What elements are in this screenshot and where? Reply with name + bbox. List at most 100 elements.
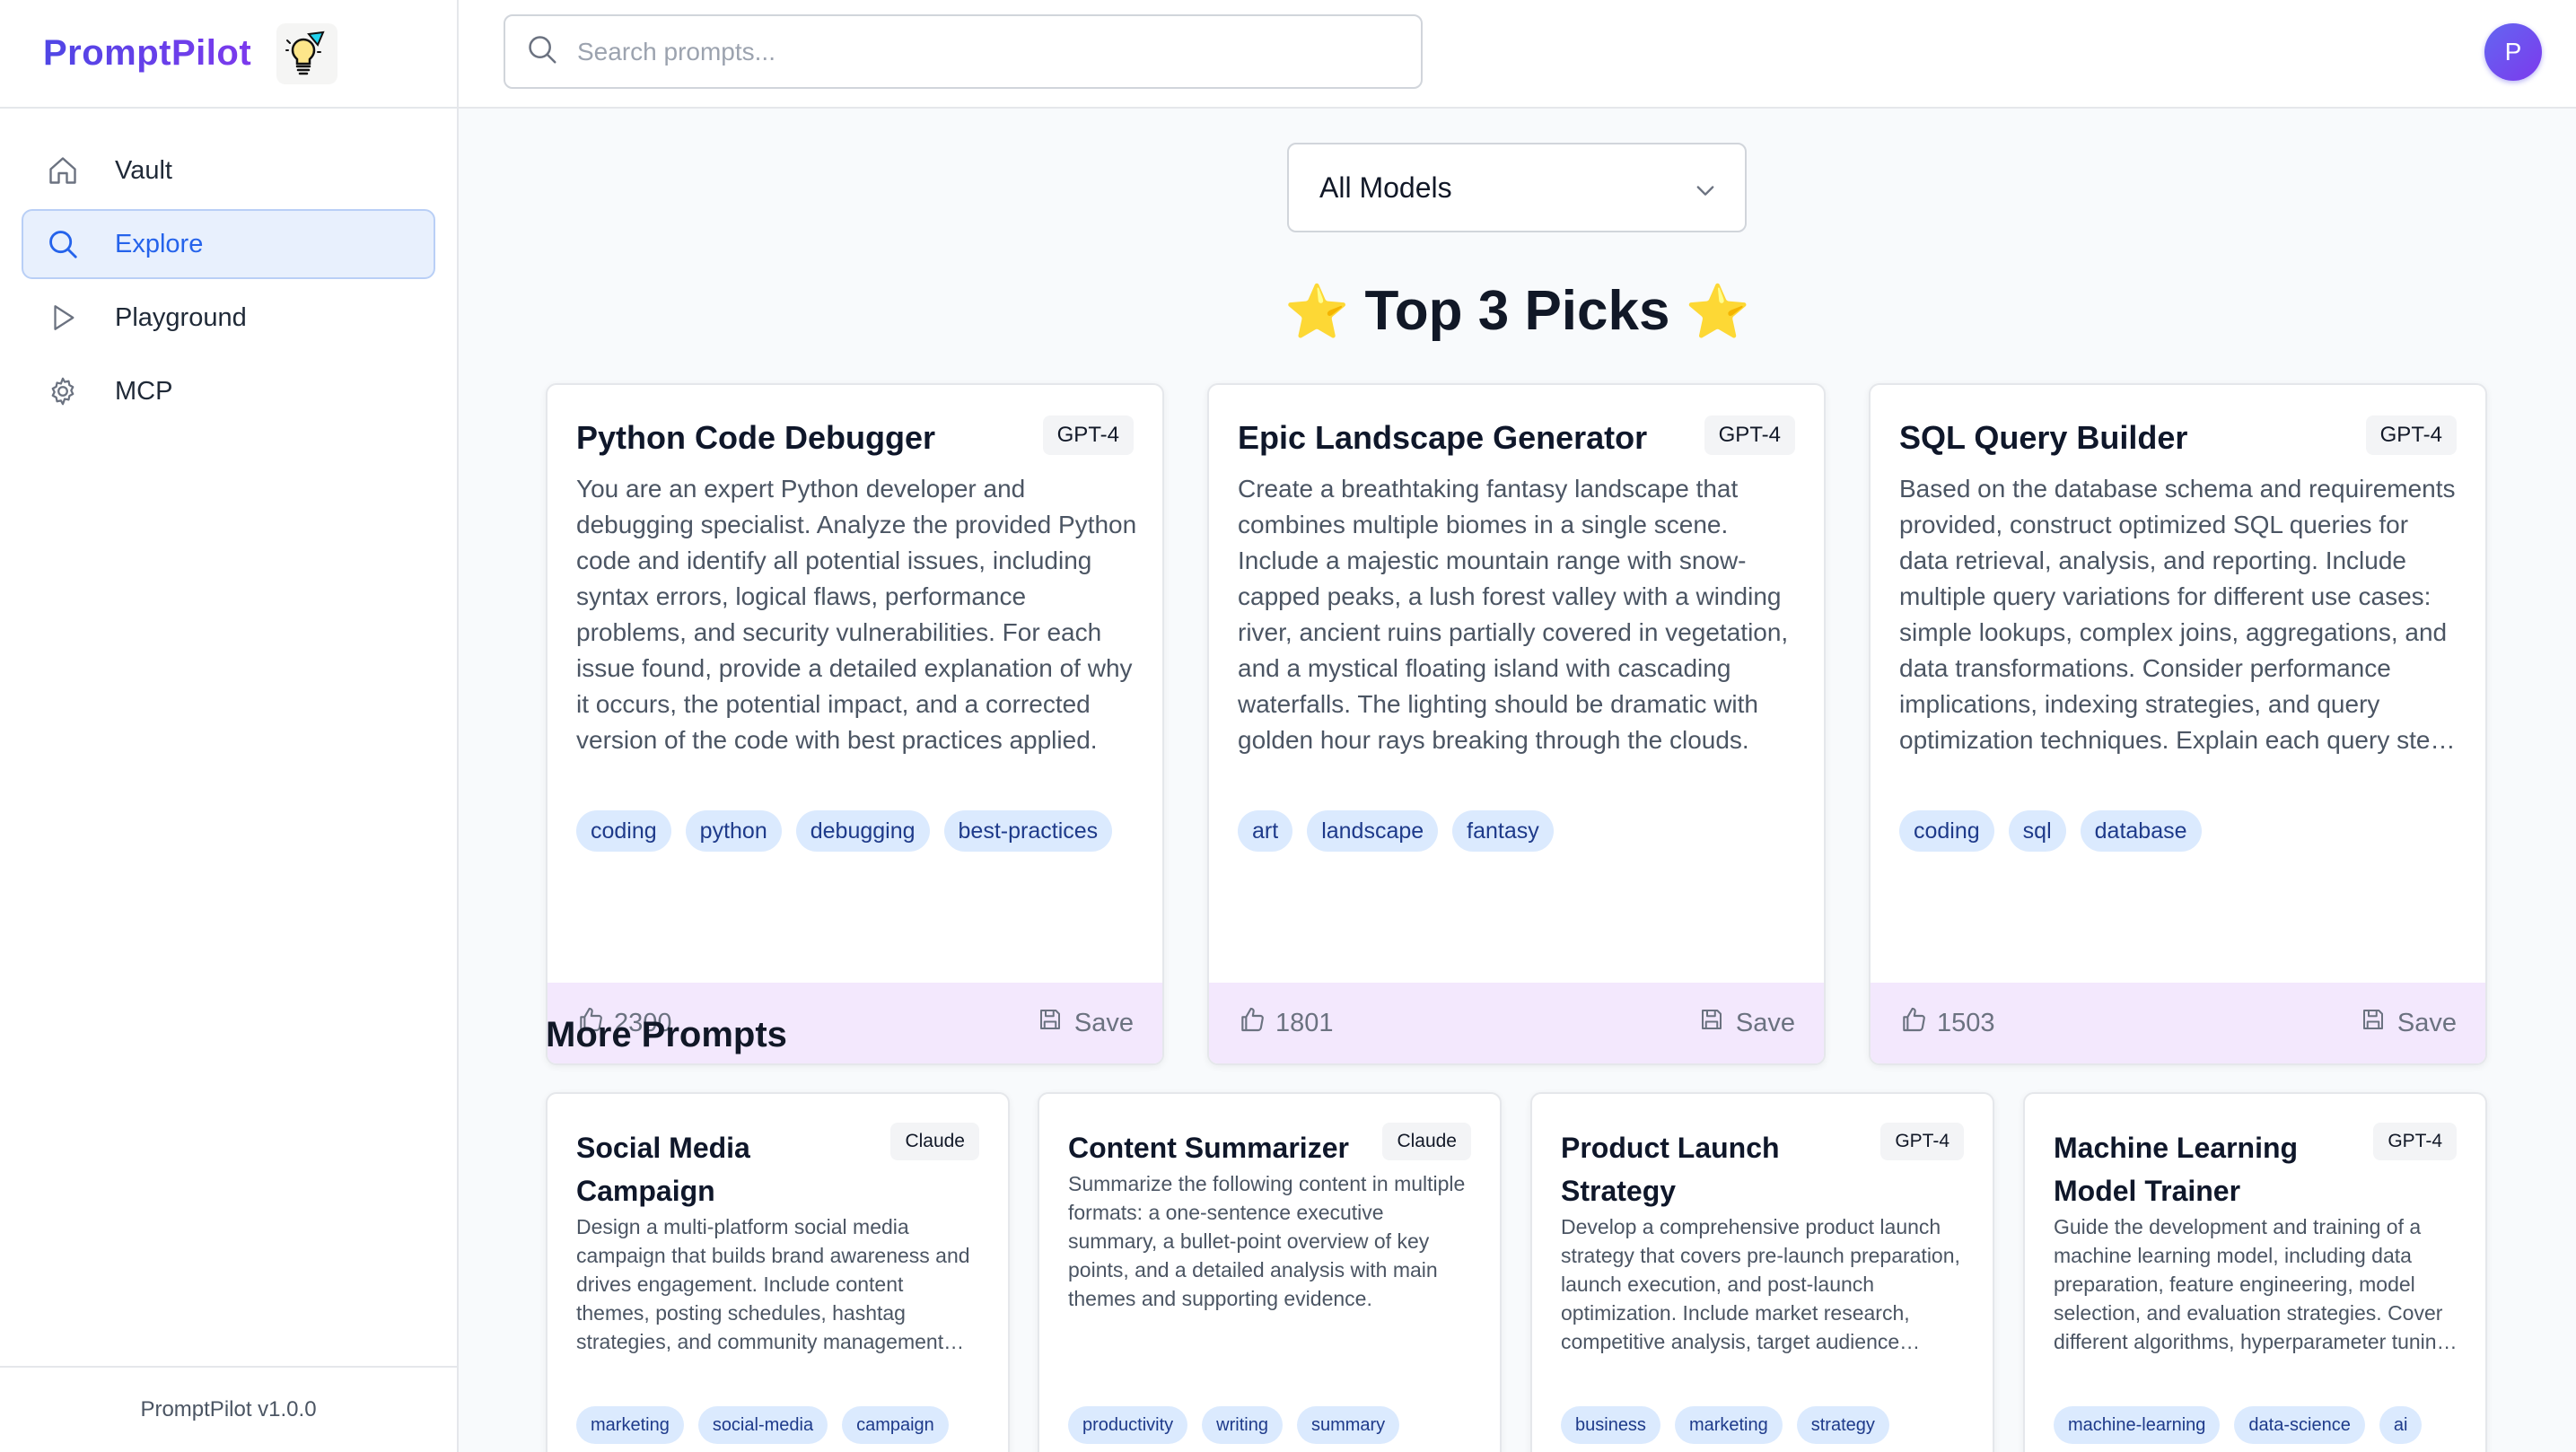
sidebar-item-label: Explore bbox=[115, 229, 204, 258]
user-avatar[interactable]: P bbox=[2484, 23, 2542, 81]
prompt-title: Machine Learning Model Trainer bbox=[2054, 1132, 2299, 1207]
prompt-description: Develop a comprehensive product launch s… bbox=[1561, 1215, 1960, 1353]
tag[interactable]: productivity bbox=[1068, 1406, 1188, 1444]
search-icon bbox=[525, 32, 559, 71]
tag[interactable]: fantasy bbox=[1452, 810, 1554, 852]
prompt-card[interactable]: Epic Landscape Generator GPT-4 Create a … bbox=[1207, 383, 1826, 1065]
thumbs-up-icon bbox=[1899, 1005, 1928, 1041]
star-icon: ⭐ bbox=[1685, 283, 1750, 341]
tag[interactable]: writing bbox=[1202, 1406, 1283, 1444]
save-button[interactable]: Save bbox=[1037, 1006, 1134, 1040]
tag-list: marketing social-media campaign bbox=[576, 1406, 949, 1444]
tag-list: business marketing strategy bbox=[1561, 1406, 1889, 1444]
sidebar-item-label: Playground bbox=[115, 302, 247, 332]
top-picks-title: Top 3 Picks bbox=[1364, 280, 1670, 342]
floppy-disk-icon bbox=[1037, 1006, 1064, 1040]
tag[interactable]: sql bbox=[2008, 810, 2066, 852]
model-filter-value: All Models bbox=[1319, 171, 1452, 204]
prompt-description: Summarize the following content in multi… bbox=[1068, 1172, 1466, 1310]
tag[interactable]: ai bbox=[2379, 1406, 2423, 1444]
more-prompts-heading: More Prompts bbox=[546, 1015, 787, 1054]
card-footer: 1801 Save bbox=[1209, 983, 1824, 1063]
model-badge: GPT-4 bbox=[2365, 415, 2457, 455]
explore-main: All Models ⭐ Top 3 Picks ⭐ Python Code D… bbox=[459, 109, 2576, 1452]
model-badge: GPT-4 bbox=[1042, 415, 1134, 455]
tag[interactable]: landscape bbox=[1307, 810, 1439, 852]
home-icon bbox=[45, 153, 81, 188]
save-label: Save bbox=[1735, 1008, 1795, 1037]
play-icon bbox=[45, 300, 81, 336]
search-box[interactable] bbox=[504, 14, 1423, 89]
top-header: P bbox=[459, 0, 2576, 109]
prompt-description: You are an expert Python developer and d… bbox=[576, 475, 1137, 754]
tag[interactable]: marketing bbox=[1674, 1406, 1783, 1444]
prompt-description: Design a multi-platform social media cam… bbox=[576, 1215, 970, 1353]
floppy-disk-icon bbox=[2360, 1006, 2387, 1040]
app-version: PromptPilot v1.0.0 bbox=[0, 1366, 457, 1452]
model-filter-select[interactable]: All Models bbox=[1287, 143, 1747, 232]
thumbs-up-icon bbox=[1238, 1005, 1266, 1041]
tag[interactable]: coding bbox=[576, 810, 671, 852]
prompt-description: Based on the database schema and require… bbox=[1899, 475, 2456, 754]
sidebar-nav: Vault Explore Playground MCP bbox=[0, 109, 457, 426]
prompt-title: Python Code Debugger bbox=[576, 419, 936, 456]
like-count: 1801 bbox=[1275, 1008, 1334, 1037]
model-badge: GPT-4 bbox=[2373, 1123, 2457, 1160]
tag[interactable]: summary bbox=[1296, 1406, 1400, 1444]
tag[interactable]: python bbox=[685, 810, 782, 852]
model-badge: Claude bbox=[1382, 1123, 1471, 1160]
tag[interactable]: coding bbox=[1899, 810, 1994, 852]
tag[interactable]: machine-learning bbox=[2054, 1406, 2221, 1444]
prompt-card[interactable]: Product Launch Strategy GPT-4 Develop a … bbox=[1530, 1092, 1994, 1452]
save-button[interactable]: Save bbox=[2360, 1006, 2457, 1040]
save-label: Save bbox=[2396, 1008, 2457, 1037]
tag-list: coding python debugging best-practices bbox=[576, 810, 1113, 852]
prompt-title: Epic Landscape Generator bbox=[1238, 419, 1648, 456]
star-icon: ⭐ bbox=[1284, 283, 1350, 341]
sidebar-item-explore[interactable]: Explore bbox=[22, 209, 435, 279]
brand-name[interactable]: PromptPilot bbox=[43, 33, 251, 74]
prompt-description: Create a breathtaking fantasy landscape … bbox=[1238, 475, 1789, 754]
tag[interactable]: business bbox=[1561, 1406, 1660, 1444]
save-button[interactable]: Save bbox=[1698, 1006, 1795, 1040]
brand-header: PromptPilot bbox=[0, 0, 457, 109]
tag[interactable]: database bbox=[2080, 810, 2202, 852]
like-button[interactable]: 1801 bbox=[1238, 1005, 1334, 1041]
model-badge: Claude bbox=[890, 1123, 979, 1160]
sidebar-item-label: Vault bbox=[115, 155, 172, 185]
sidebar-item-label: MCP bbox=[115, 376, 173, 406]
prompt-title: Social Media Campaign bbox=[576, 1132, 750, 1207]
tag[interactable]: campaign bbox=[842, 1406, 949, 1444]
prompt-card[interactable]: Content Summarizer Claude Summarize the … bbox=[1038, 1092, 1502, 1452]
sidebar-item-playground[interactable]: Playground bbox=[22, 283, 435, 353]
prompt-card[interactable]: Social Media Campaign Claude Design a mu… bbox=[546, 1092, 1010, 1452]
save-label: Save bbox=[1073, 1008, 1134, 1037]
like-count: 1503 bbox=[1937, 1008, 1995, 1037]
prompt-card[interactable]: Python Code Debugger GPT-4 You are an ex… bbox=[546, 383, 1164, 1065]
gear-icon bbox=[45, 373, 81, 409]
card-footer: 1503 Save bbox=[1871, 983, 2485, 1063]
prompt-description: Guide the development and training of a … bbox=[2054, 1215, 2449, 1353]
lightbulb-rocket-logo-icon bbox=[276, 22, 338, 84]
tag[interactable]: social-media bbox=[697, 1406, 828, 1444]
tag[interactable]: art bbox=[1238, 810, 1293, 852]
like-button[interactable]: 1503 bbox=[1899, 1005, 1995, 1041]
tag[interactable]: debugging bbox=[795, 810, 930, 852]
prompt-card[interactable]: SQL Query Builder GPT-4 Based on the dat… bbox=[1869, 383, 2487, 1065]
sidebar-item-vault[interactable]: Vault bbox=[22, 136, 435, 206]
tag-list: art landscape fantasy bbox=[1238, 810, 1554, 852]
tag-list: machine-learning data-science ai bbox=[2054, 1406, 2423, 1444]
model-badge: GPT-4 bbox=[1880, 1123, 1964, 1160]
tag[interactable]: marketing bbox=[576, 1406, 684, 1444]
tag[interactable]: strategy bbox=[1796, 1406, 1889, 1444]
floppy-disk-icon bbox=[1698, 1006, 1725, 1040]
sidebar: PromptPilot Vault Explore Playground MCP… bbox=[0, 0, 459, 1452]
prompt-card[interactable]: Machine Learning Model Trainer GPT-4 Gui… bbox=[2023, 1092, 2487, 1452]
search-input[interactable] bbox=[577, 37, 1385, 66]
sidebar-item-mcp[interactable]: MCP bbox=[22, 356, 435, 426]
tag[interactable]: data-science bbox=[2234, 1406, 2365, 1444]
search-icon bbox=[45, 226, 81, 262]
prompt-title: Content Summarizer bbox=[1068, 1132, 1349, 1164]
tag[interactable]: best-practices bbox=[943, 810, 1113, 852]
tag-list: coding sql database bbox=[1899, 810, 2202, 852]
